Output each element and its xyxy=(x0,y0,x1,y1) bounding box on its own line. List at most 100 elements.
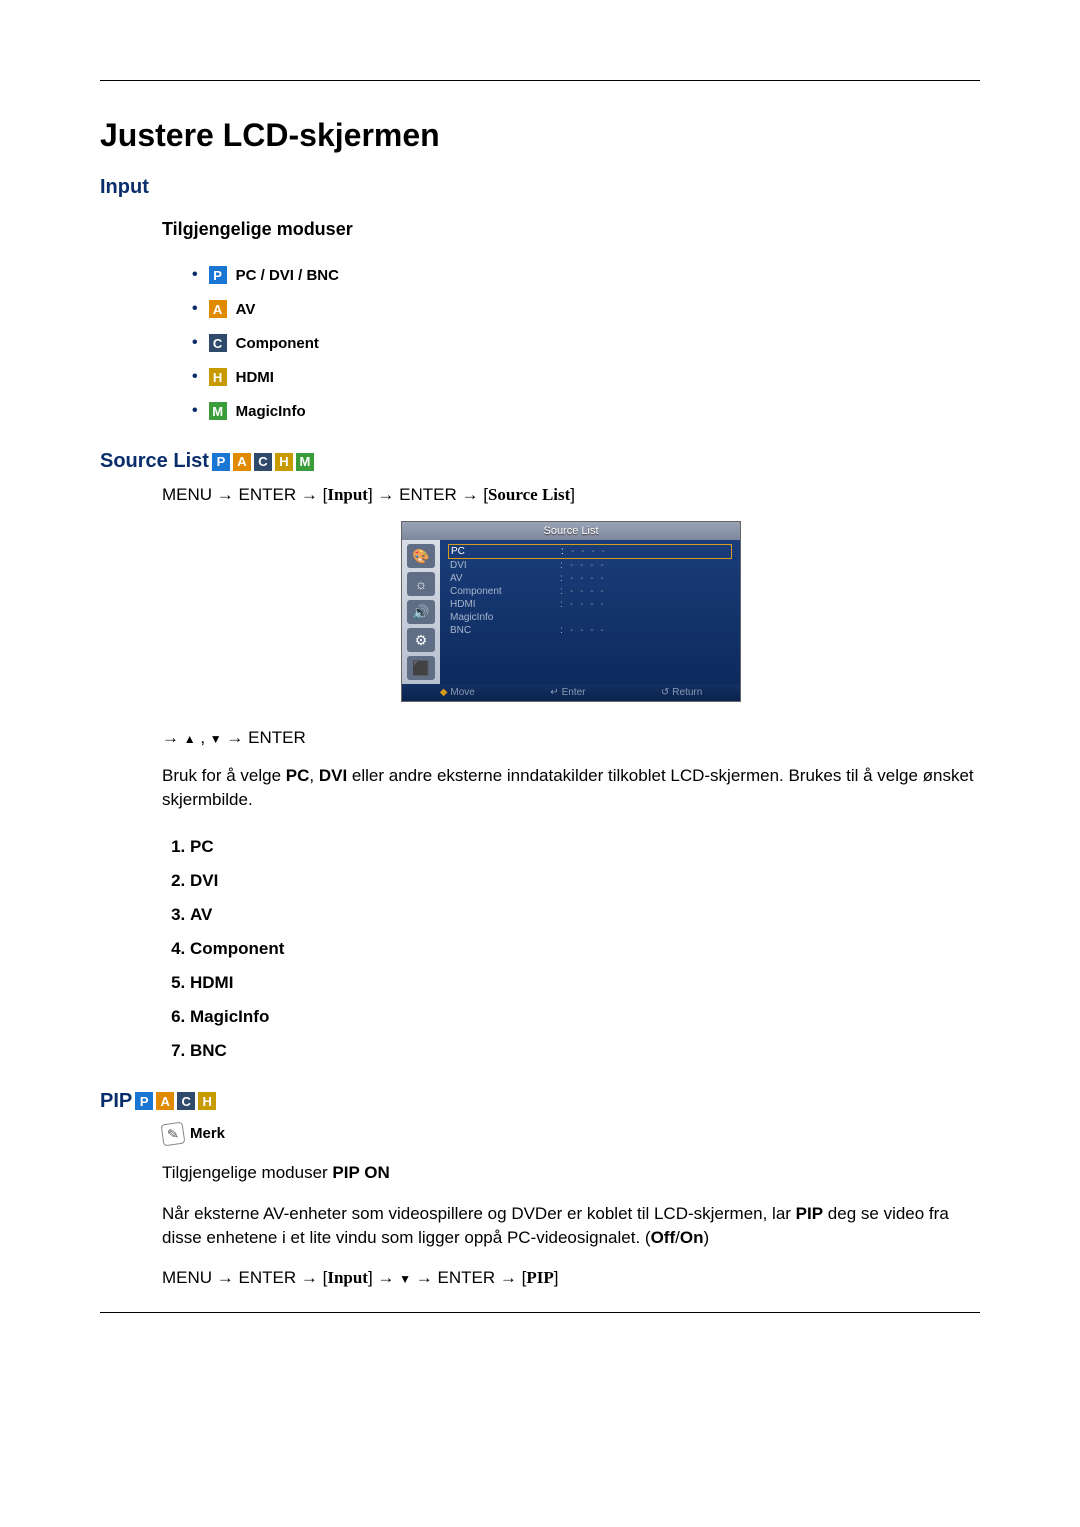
mode-label: AV xyxy=(236,301,256,318)
mode-hdmi: H HDMI xyxy=(192,360,980,394)
arrow-icon xyxy=(212,485,238,504)
page-title: Justere LCD-skjermen xyxy=(100,117,980,154)
source-menu-path: MENUENTER[Input]ENTER[Source List] xyxy=(162,485,980,505)
mode-icon-a: A xyxy=(209,300,227,318)
osd-multi-icon: ⬛ xyxy=(407,656,435,680)
mode-icon-a: A xyxy=(156,1092,174,1110)
osd-input-icon: 🎨 xyxy=(407,544,435,568)
section-sourcelist-title: Source List xyxy=(100,450,209,473)
mode-icon-h: H xyxy=(198,1092,216,1110)
up-arrow-icon xyxy=(184,728,196,747)
kw-input: Input xyxy=(327,485,368,504)
mode-icon-h: H xyxy=(275,453,293,471)
kw-sourcelist: Source List xyxy=(488,485,570,504)
kw-enter: ENTER xyxy=(239,485,297,504)
arrow-icon xyxy=(495,1268,521,1287)
arrow-icon xyxy=(162,728,184,747)
list-item: BNC xyxy=(190,1034,980,1068)
down-arrow-icon xyxy=(399,1268,411,1287)
txt: Bruk for å velge xyxy=(162,766,286,785)
txt: ) xyxy=(703,1228,709,1247)
arrow-icon xyxy=(457,485,483,504)
osd-row-av: AV:- - - - xyxy=(448,572,732,585)
mode-icon-c: C xyxy=(209,334,227,352)
txt-bold: Off xyxy=(651,1228,676,1247)
osd-picture-icon: ☼ xyxy=(407,572,435,596)
mode-label: MagicInfo xyxy=(236,403,306,420)
list-item: MagicInfo xyxy=(190,1000,980,1034)
osd-enter-label: Enter xyxy=(550,687,585,698)
mode-icon-p: P xyxy=(212,453,230,471)
note-icon xyxy=(161,1121,186,1146)
arrow-icon xyxy=(296,1268,322,1287)
list-item: PC xyxy=(190,830,980,864)
bottom-rule xyxy=(100,1312,980,1313)
kw-pip: PIP xyxy=(526,1268,553,1287)
modes-title: Tilgjengelige moduser xyxy=(162,219,980,240)
osd-row-hdmi: HDMI:- - - - xyxy=(448,598,732,611)
mode-icon-c: C xyxy=(254,453,272,471)
osd-row-pc: PC:- - - - xyxy=(448,544,732,559)
kw-enter: ENTER xyxy=(399,485,457,504)
osd-setup-icon: ⚙ xyxy=(407,628,435,652)
osd-move-label: Move xyxy=(440,687,475,698)
mode-icon-a: A xyxy=(233,453,251,471)
note-label: Merk xyxy=(190,1125,225,1142)
kw-enter: ENTER xyxy=(248,728,306,747)
source-desc: Bruk for å velge PC, DVI eller andre eks… xyxy=(162,764,980,812)
osd-title: Source List xyxy=(402,522,740,540)
mode-label: Component xyxy=(236,335,319,352)
list-item: Component xyxy=(190,932,980,966)
list-item: HDMI xyxy=(190,966,980,1000)
kw-menu: MENU xyxy=(162,485,212,504)
osd-screenshot: Source List 🎨 ☼ 🔊 ⚙ ⬛ PC:- - - - DVI:- -… xyxy=(401,521,741,702)
note-row: Merk xyxy=(162,1123,980,1145)
arrow-icon xyxy=(296,485,322,504)
section-pip-title: PIP xyxy=(100,1090,132,1113)
kw-input: Input xyxy=(327,1268,368,1287)
arrow-icon xyxy=(373,485,399,504)
pip-desc: Når eksterne AV-enheter som videospiller… xyxy=(162,1202,980,1250)
mode-component: C Component xyxy=(192,326,980,360)
osd-row-dvi: DVI:- - - - xyxy=(448,559,732,572)
source-ordered-list: PC DVI AV Component HDMI MagicInfo BNC xyxy=(190,830,980,1068)
kw-menu: MENU xyxy=(162,1268,212,1287)
osd-content: PC:- - - - DVI:- - - - AV:- - - - Compon… xyxy=(440,540,740,684)
list-item: DVI xyxy=(190,864,980,898)
mode-icon-h: H xyxy=(209,368,227,386)
mode-icon-m: M xyxy=(296,453,314,471)
txt: Tilgjengelige moduser xyxy=(162,1163,332,1182)
txt-bold: PIP ON xyxy=(332,1163,389,1182)
arrow-icon xyxy=(411,1268,437,1287)
mode-label: PC / DVI / BNC xyxy=(236,267,339,284)
pip-menu-path: MENUENTER[Input]ENTER[PIP] xyxy=(162,1268,980,1288)
mode-icon-p: P xyxy=(135,1092,153,1110)
top-rule xyxy=(100,80,980,81)
mode-pc: P PC / DVI / BNC xyxy=(192,258,980,292)
mode-av: A AV xyxy=(192,292,980,326)
pip-modes-text: Tilgjengelige moduser PIP ON xyxy=(162,1161,980,1185)
osd-footer: Move Enter Return xyxy=(402,684,740,701)
txt: , xyxy=(309,766,318,785)
osd-return-label: Return xyxy=(661,687,702,698)
arrow-icon xyxy=(222,728,248,747)
osd-row-component: Component:- - - - xyxy=(448,585,732,598)
txt-bold: PC xyxy=(286,766,310,785)
mode-icon-p: P xyxy=(209,266,227,284)
mode-icon-m: M xyxy=(209,402,227,420)
osd-sidebar: 🎨 ☼ 🔊 ⚙ ⬛ xyxy=(402,540,440,684)
modes-list: P PC / DVI / BNC A AV C Component H HDMI… xyxy=(192,258,980,428)
nav-path: , ENTER xyxy=(162,728,980,748)
kw-enter: ENTER xyxy=(438,1268,496,1287)
txt: Når eksterne AV-enheter som videospiller… xyxy=(162,1204,796,1223)
arrow-icon xyxy=(212,1268,238,1287)
down-arrow-icon xyxy=(210,728,222,747)
kw-enter: ENTER xyxy=(239,1268,297,1287)
txt-bold: On xyxy=(680,1228,704,1247)
txt-bold: PIP xyxy=(796,1204,823,1223)
mode-icon-c: C xyxy=(177,1092,195,1110)
arrow-icon xyxy=(373,1268,399,1287)
osd-sound-icon: 🔊 xyxy=(407,600,435,624)
list-item: AV xyxy=(190,898,980,932)
osd-row-magicinfo: MagicInfo xyxy=(448,611,732,624)
